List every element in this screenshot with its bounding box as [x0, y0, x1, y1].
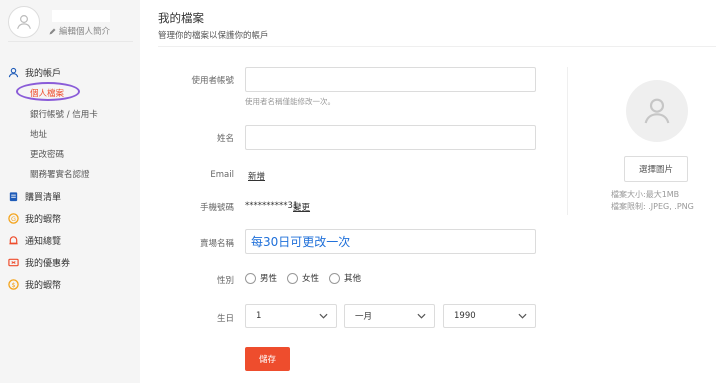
file-format-info: 檔案限制: .JPEG, .PNG — [611, 202, 694, 211]
gender-option-other[interactable]: 其他 — [329, 272, 361, 284]
radio-button[interactable] — [287, 272, 299, 284]
radio-button[interactable] — [245, 272, 256, 284]
gender-label: 性別 — [216, 276, 234, 286]
ticket-icon — [8, 257, 19, 268]
sidebar-item-my-account[interactable]: 我的帳戶 — [8, 66, 61, 79]
username-label: 使用者帳號 — [191, 76, 234, 86]
radio-button[interactable] — [329, 272, 341, 284]
clipboard-icon — [8, 191, 19, 202]
name-input[interactable] — [245, 125, 536, 150]
page-title: 我的檔案 — [158, 11, 204, 25]
email-label: Email — [210, 170, 234, 180]
phone-label: 手機號碼 — [199, 203, 234, 213]
store-name-label: 賣場名稱 — [199, 239, 234, 249]
profile-panel: 我的檔案 管理你的檔案以保護你的帳戶 使用者帳號 使用者名稱僅能修改一次。 姓名… — [140, 0, 720, 383]
username-input[interactable] — [245, 67, 536, 92]
file-size-info: 檔案大小:最大1MB — [611, 190, 680, 199]
gender-radio-group: 男性 女性 其他 — [245, 272, 361, 284]
edit-profile-link[interactable]: 編輯個人簡介 — [48, 25, 110, 37]
svg-text:G: G — [11, 215, 16, 223]
select-value: 1 — [256, 311, 262, 321]
sidebar-item-bank-card[interactable]: 銀行帳號 / 信用卡 — [30, 108, 98, 120]
radio-label: 其他 — [344, 274, 362, 284]
dollar-coin-icon: $ — [8, 279, 19, 290]
select-value: 一月 — [355, 312, 373, 322]
panel-divider — [567, 67, 568, 215]
gender-option-female[interactable]: 女性 — [287, 272, 319, 284]
sidebar-item-change-password[interactable]: 更改密碼 — [30, 148, 64, 160]
add-email-link[interactable]: 新增 — [248, 170, 265, 182]
profile-summary: 編輯個人簡介 — [8, 6, 133, 42]
profile-picture — [626, 80, 688, 142]
sidebar-item-coins[interactable]: G 我的蝦幣 — [8, 212, 61, 225]
bell-icon — [8, 235, 19, 246]
sidebar-item-customs-verification[interactable]: 關務署實名認證 — [30, 168, 90, 180]
birthday-year-select[interactable]: 1990 — [443, 304, 536, 328]
sidebar-item-vouchers[interactable]: 我的優惠券 — [8, 256, 70, 269]
page-header: 我的檔案 管理你的檔案以保護你的帳戶 — [158, 10, 269, 41]
radio-label: 男性 — [260, 274, 278, 284]
gender-option-male[interactable]: 男性 — [245, 272, 277, 284]
sidebar-item-label: 我的蝦幣 — [25, 215, 62, 225]
store-name-input[interactable]: 每30日可更改一次 — [245, 229, 536, 254]
header-divider — [158, 46, 716, 47]
save-button[interactable]: 儲存 — [245, 347, 290, 371]
sidebar-item-label: 我的帳戶 — [25, 69, 62, 79]
sidebar-item-label: 我的蝦幣 — [25, 281, 62, 291]
username-display — [52, 10, 110, 22]
sidebar-item-label: 我的優惠券 — [25, 259, 71, 269]
radio-label: 女性 — [302, 274, 320, 284]
choose-image-button[interactable]: 選擇圖片 — [624, 156, 688, 182]
sidebar-item-notifications[interactable]: 通知總覽 — [8, 234, 61, 247]
change-phone-link[interactable]: 變更 — [293, 201, 310, 213]
chevron-down-icon — [319, 313, 328, 319]
birthday-label: 生日 — [216, 314, 234, 324]
birthday-day-select[interactable]: 1 — [245, 304, 337, 328]
phone-value: **********31 — [245, 201, 299, 211]
avatar[interactable] — [8, 6, 40, 38]
user-avatar-icon — [17, 15, 31, 29]
sidebar-item-address[interactable]: 地址 — [30, 128, 47, 140]
edit-profile-label: 編輯個人簡介 — [59, 27, 111, 37]
svg-text:$: $ — [11, 281, 15, 289]
username-hint: 使用者名稱僅能修改一次。 — [245, 97, 335, 106]
sidebar-item-purchases[interactable]: 購買清單 — [8, 190, 61, 203]
sidebar-item-label: 購買清單 — [25, 193, 62, 203]
chevron-down-icon — [417, 313, 426, 319]
birthday-month-select[interactable]: 一月 — [344, 304, 435, 328]
user-icon — [8, 67, 19, 78]
coin-icon: G — [8, 213, 19, 224]
select-value: 1990 — [454, 311, 476, 321]
user-avatar-icon — [644, 98, 670, 124]
sidebar-item-label: 通知總覽 — [25, 237, 62, 247]
page-subtitle: 管理你的檔案以保護你的帳戶 — [158, 31, 269, 41]
chevron-down-icon — [518, 313, 527, 319]
name-label: 姓名 — [216, 134, 234, 144]
sidebar: 編輯個人簡介 我的帳戶 個人檔案 銀行帳號 / 信用卡 地址 更改密碼 關務署實… — [0, 0, 138, 383]
pencil-icon — [49, 28, 56, 34]
sidebar-item-profile[interactable]: 個人檔案 — [30, 87, 64, 99]
sidebar-item-shopee-coins[interactable]: $ 我的蝦幣 — [8, 278, 61, 291]
